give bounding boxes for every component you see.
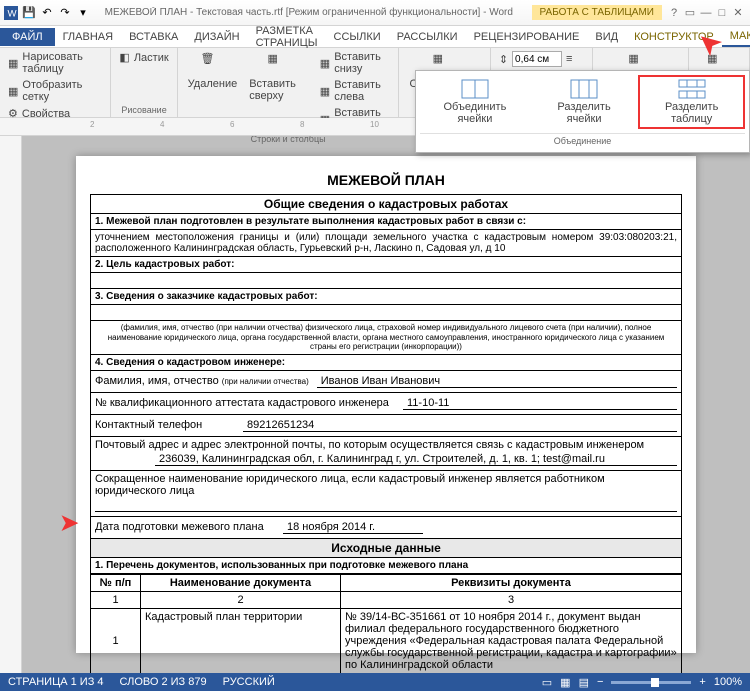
redo-icon[interactable]: ↷ bbox=[58, 6, 72, 20]
title-bar: W 💾 ↶ ↷ ▾ МЕЖЕВОЙ ПЛАН - Текстовая часть… bbox=[0, 0, 750, 26]
view-read-icon[interactable]: ▭ bbox=[542, 676, 552, 689]
split-table-icon bbox=[678, 79, 706, 99]
view-print-icon[interactable]: ▦ bbox=[560, 676, 570, 689]
status-language[interactable]: РУССКИЙ bbox=[223, 676, 275, 688]
doc-date-row: Дата подготовки межевого плана 18 ноября… bbox=[90, 517, 682, 539]
tab-home[interactable]: ГЛАВНАЯ bbox=[55, 28, 121, 46]
draw-table-button[interactable]: ▦Нарисовать таблицу bbox=[6, 50, 104, 76]
doc-s3: 3. Сведения о заказчике кадастровых рабо… bbox=[90, 289, 682, 305]
zoom-level[interactable]: 100% bbox=[714, 676, 742, 688]
quick-access-toolbar: W 💾 ↶ ↷ ▾ bbox=[4, 6, 90, 20]
tab-references[interactable]: ССЫЛКИ bbox=[326, 28, 389, 46]
dropdown-group-label: Объединение bbox=[420, 133, 745, 148]
window-title: МЕЖЕВОЙ ПЛАН - Текстовая часть.rtf [Режи… bbox=[90, 7, 528, 18]
doc-fio-row: Фамилия, имя, отчество (при наличии отче… bbox=[90, 371, 682, 393]
tab-insert[interactable]: ВСТАВКА bbox=[121, 28, 186, 46]
word-icon: W bbox=[4, 6, 18, 20]
doc-org-row: Сокращенное наименование юридического ли… bbox=[90, 471, 682, 517]
save-icon[interactable]: 💾 bbox=[22, 6, 36, 20]
view-web-icon[interactable]: ▤ bbox=[579, 676, 589, 689]
group-rows-cols: 🗑Удаление ▦Вставить сверху ▦Вставить сни… bbox=[178, 48, 400, 117]
zoom-out-icon[interactable]: − bbox=[597, 676, 603, 688]
distribute-rows-icon[interactable]: ≡ bbox=[566, 53, 572, 65]
status-bar: СТРАНИЦА 1 ИЗ 4 СЛОВО 2 ИЗ 879 РУССКИЙ ▭… bbox=[0, 673, 750, 691]
doc-section2: Исходные данные bbox=[90, 539, 682, 558]
show-grid-button[interactable]: ▦Отобразить сетку bbox=[6, 78, 104, 104]
row-height-field[interactable]: ⇕≡ bbox=[497, 50, 586, 68]
height-input[interactable] bbox=[512, 51, 562, 67]
merge-cells-icon bbox=[461, 79, 489, 99]
ribbon-collapse-icon[interactable]: ▭ bbox=[682, 5, 698, 21]
table-num-row: 1 2 3 bbox=[91, 591, 682, 608]
merge-dropdown-panel: Объединить ячейки Разделить ячейки Разде… bbox=[415, 70, 750, 153]
merge-cells-button[interactable]: Объединить ячейки bbox=[420, 75, 530, 129]
doc-s2-blank bbox=[90, 273, 682, 289]
tab-file[interactable]: ФАЙЛ bbox=[0, 28, 55, 46]
tab-page-layout[interactable]: РАЗМЕТКА СТРАНИЦЫ bbox=[248, 22, 326, 52]
group-label-draw: Рисование bbox=[117, 105, 170, 115]
qat-dropdown-icon[interactable]: ▾ bbox=[76, 6, 90, 20]
delete-icon: 🗑 bbox=[200, 52, 224, 76]
doc-s1: 1. Межевой план подготовлен в результате… bbox=[90, 214, 682, 230]
doc-s2-1: 1. Перечень документов, использованных п… bbox=[90, 558, 682, 574]
close-icon[interactable]: ✕ bbox=[730, 5, 746, 21]
help-icon[interactable]: ? bbox=[666, 5, 682, 21]
zoom-thumb[interactable] bbox=[651, 678, 659, 687]
zoom-slider[interactable] bbox=[611, 681, 691, 684]
insert-above-icon: ▦ bbox=[268, 52, 292, 76]
doc-title: МЕЖЕВОЙ ПЛАН bbox=[90, 172, 682, 188]
group-draw: ◧Ластик Рисование bbox=[111, 48, 177, 117]
tab-mailings[interactable]: РАССЫЛКИ bbox=[389, 28, 466, 46]
annotation-arrow-section: ➤ bbox=[60, 510, 78, 536]
ribbon-tabs: ФАЙЛ ГЛАВНАЯ ВСТАВКА ДИЗАЙН РАЗМЕТКА СТР… bbox=[0, 26, 750, 48]
document-scroll[interactable]: МЕЖЕВОЙ ПЛАН Общие сведения о кадастровы… bbox=[22, 136, 750, 673]
status-words[interactable]: СЛОВО 2 ИЗ 879 bbox=[120, 676, 207, 688]
doc-s3-note: (фамилия, имя, отчество (при наличии отч… bbox=[90, 321, 682, 355]
svg-text:W: W bbox=[8, 8, 18, 19]
undo-icon[interactable]: ↶ bbox=[40, 6, 54, 20]
vertical-ruler[interactable] bbox=[0, 136, 22, 673]
height-icon: ⇕ bbox=[499, 53, 508, 66]
eraser-button[interactable]: ◧Ластик bbox=[117, 50, 170, 65]
maximize-icon[interactable]: □ bbox=[714, 5, 730, 21]
eraser-icon: ◧ bbox=[119, 51, 129, 64]
group-table: ▦Нарисовать таблицу ▦Отобразить сетку ⚙С… bbox=[0, 48, 111, 117]
split-cells-button[interactable]: Разделить ячейки bbox=[534, 75, 635, 129]
doc-addr-row: Почтовый адрес и адрес электронной почты… bbox=[90, 437, 682, 471]
grid-icon: ▦ bbox=[8, 57, 18, 70]
doc-cert-row: № квалификационного аттестата кадастрово… bbox=[90, 393, 682, 415]
col-icon: ▦ bbox=[320, 85, 330, 98]
doc-s2: 2. Цель кадастровых работ: bbox=[90, 257, 682, 273]
doc-phone-row: Контактный телефон 89212651234 bbox=[90, 415, 682, 437]
tab-design[interactable]: ДИЗАЙН bbox=[186, 28, 247, 46]
doc-subtitle: Общие сведения о кадастровых работах bbox=[90, 194, 682, 214]
insert-left-button[interactable]: ▦Вставить слева bbox=[318, 78, 393, 104]
doc-s4: 4. Сведения о кадастровом инженере: bbox=[90, 355, 682, 371]
insert-below-button[interactable]: ▦Вставить снизу bbox=[318, 50, 393, 76]
doc-s1-text: уточнением местоположения границы и (или… bbox=[90, 230, 682, 257]
doc-table: № п/п Наименование документа Реквизиты д… bbox=[90, 574, 682, 673]
tab-review[interactable]: РЕЦЕНЗИРОВАНИЕ bbox=[466, 28, 588, 46]
context-tab-label: РАБОТА С ТАБЛИЦАМИ bbox=[532, 5, 662, 20]
minimize-icon[interactable]: — bbox=[698, 5, 714, 21]
split-cells-icon bbox=[570, 79, 598, 99]
grid-icon: ▦ bbox=[8, 85, 18, 98]
table-header-row: № п/п Наименование документа Реквизиты д… bbox=[91, 574, 682, 591]
document-page[interactable]: МЕЖЕВОЙ ПЛАН Общие сведения о кадастровы… bbox=[76, 156, 696, 653]
doc-s3-blank bbox=[90, 305, 682, 321]
split-table-button[interactable]: Разделить таблицу bbox=[638, 75, 745, 129]
tab-table-layout[interactable]: МАКЕТ bbox=[722, 27, 750, 47]
zoom-in-icon[interactable]: + bbox=[699, 676, 705, 688]
table-row: 1 Кадастровый план территории № 39/14-ВС… bbox=[91, 608, 682, 673]
status-page[interactable]: СТРАНИЦА 1 ИЗ 4 bbox=[8, 676, 104, 688]
document-area: МЕЖЕВОЙ ПЛАН Общие сведения о кадастровы… bbox=[0, 136, 750, 673]
tab-view[interactable]: ВИД bbox=[587, 28, 626, 46]
row-icon: ▦ bbox=[320, 57, 330, 70]
